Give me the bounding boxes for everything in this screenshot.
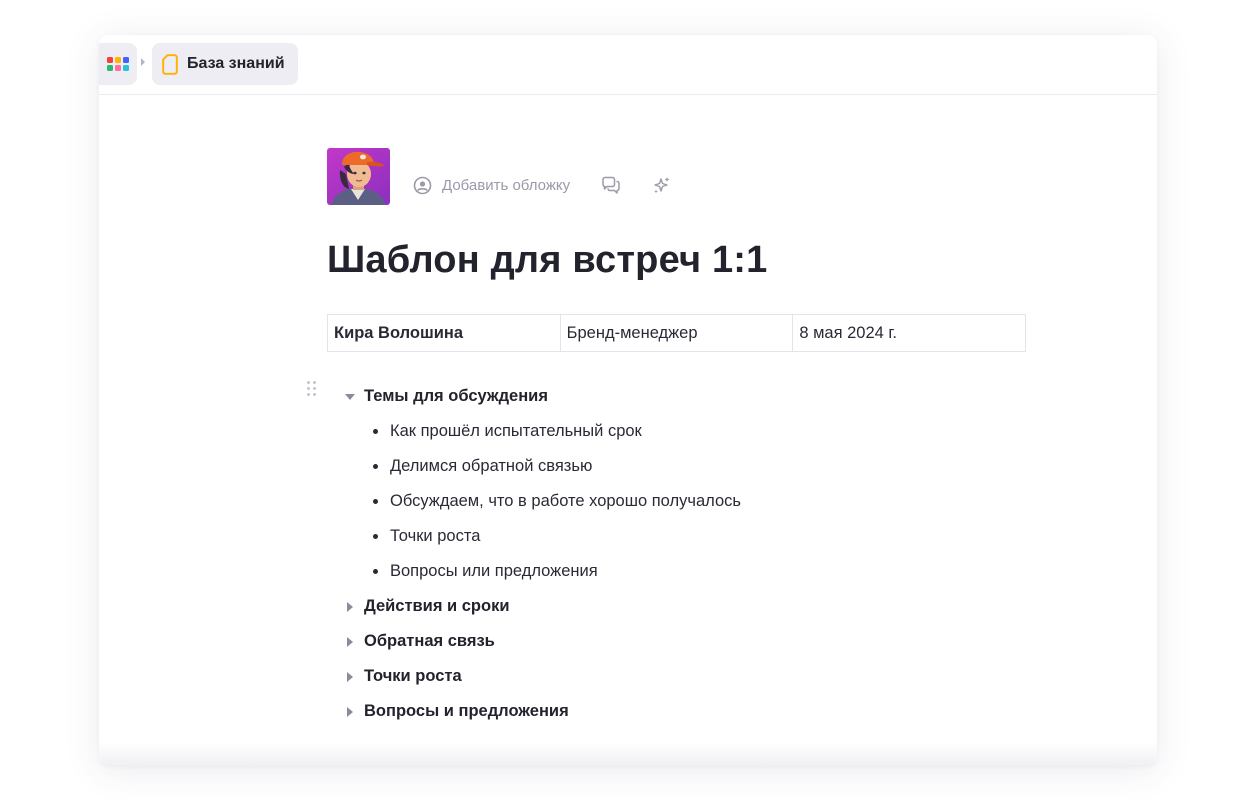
document-icon-avatar[interactable] bbox=[327, 148, 390, 205]
toggle-label: Вопросы и предложения bbox=[364, 702, 569, 720]
apps-menu-button[interactable] bbox=[99, 43, 137, 85]
toggle-label: Точки роста bbox=[364, 667, 462, 685]
toggle-section-growth[interactable]: Точки роста bbox=[327, 659, 1027, 694]
list-item[interactable]: Точки роста bbox=[327, 519, 1027, 554]
table-cell-date[interactable]: 8 мая 2024 г. bbox=[792, 314, 1026, 352]
comments-icon bbox=[602, 176, 620, 194]
toggle-label: Действия и сроки bbox=[364, 597, 510, 615]
document-toolbar: Добавить обложку bbox=[413, 176, 671, 195]
bullet-icon bbox=[373, 534, 378, 539]
table-cell-role[interactable]: Бренд-менеджер bbox=[559, 314, 794, 352]
top-bar: База знаний bbox=[99, 35, 1157, 95]
document: Добавить обложку Шаблон для встреч 1:1 К… bbox=[307, 148, 1027, 729]
toggle-section-topics[interactable]: Темы для обсуждения bbox=[307, 379, 1027, 414]
app-window: База знаний Добавить обложку Шаблон для … bbox=[99, 35, 1157, 766]
list-item[interactable]: Обсуждаем, что в работе хорошо получалос… bbox=[327, 484, 1027, 519]
table-row: Кира Волошина Бренд-менеджер 8 мая 2024 … bbox=[327, 314, 1026, 352]
document-icon bbox=[162, 53, 178, 75]
list-item-text: Делимся обратной связью bbox=[390, 457, 593, 475]
bullet-icon bbox=[373, 464, 378, 469]
page-title: Шаблон для встреч 1:1 bbox=[327, 239, 768, 281]
toggle-expand-icon[interactable] bbox=[345, 671, 362, 682]
bottom-fade bbox=[99, 742, 1157, 766]
sparkles-icon bbox=[654, 177, 670, 194]
toggle-expand-icon[interactable] bbox=[345, 601, 362, 612]
apps-grid-icon bbox=[107, 57, 129, 71]
bullet-list: Как прошёл испытательный срок Делимся об… bbox=[327, 414, 1027, 589]
list-item-text: Вопросы или предложения bbox=[390, 562, 598, 580]
breadcrumb-knowledge-base[interactable]: База знаний bbox=[152, 43, 298, 85]
cover-icon bbox=[413, 176, 432, 195]
toggle-section-feedback[interactable]: Обратная связь bbox=[327, 624, 1027, 659]
list-item[interactable]: Как прошёл испытательный срок bbox=[327, 414, 1027, 449]
toggle-section-questions[interactable]: Вопросы и предложения bbox=[327, 694, 1027, 729]
ai-assistant-button[interactable] bbox=[652, 176, 671, 195]
toggle-expand-icon[interactable] bbox=[345, 636, 362, 647]
list-item[interactable]: Делимся обратной связью bbox=[327, 449, 1027, 484]
breadcrumb-separator-icon bbox=[141, 58, 145, 66]
bullet-icon bbox=[373, 569, 378, 574]
toggle-section-actions[interactable]: Действия и сроки bbox=[327, 589, 1027, 624]
add-cover-button[interactable]: Добавить обложку bbox=[413, 176, 570, 195]
outline-list: Темы для обсуждения Как прошёл испытател… bbox=[307, 379, 1027, 729]
bullet-icon bbox=[373, 429, 378, 434]
meta-table: Кира Волошина Бренд-менеджер 8 мая 2024 … bbox=[327, 314, 1026, 352]
list-item[interactable]: Вопросы или предложения bbox=[327, 554, 1027, 589]
toggle-collapse-icon[interactable] bbox=[345, 393, 362, 400]
document-header: Добавить обложку bbox=[327, 148, 1027, 206]
breadcrumb-label: База знаний bbox=[187, 55, 285, 72]
list-item-text: Обсуждаем, что в работе хорошо получалос… bbox=[390, 492, 741, 510]
comments-button[interactable] bbox=[601, 176, 621, 195]
toggle-label: Темы для обсуждения bbox=[364, 387, 548, 405]
table-cell-name[interactable]: Кира Волошина bbox=[327, 314, 561, 352]
list-item-text: Точки роста bbox=[390, 527, 481, 545]
list-item-text: Как прошёл испытательный срок bbox=[390, 422, 642, 440]
bullet-icon bbox=[373, 499, 378, 504]
add-cover-label: Добавить обложку bbox=[442, 177, 571, 194]
toggle-label: Обратная связь bbox=[364, 632, 495, 650]
drag-handle-icon[interactable] bbox=[307, 381, 316, 396]
toggle-expand-icon[interactable] bbox=[345, 706, 362, 717]
